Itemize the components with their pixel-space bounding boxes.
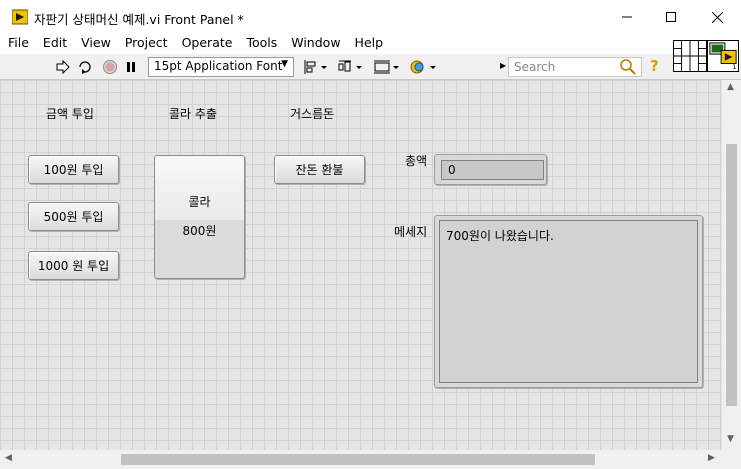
reorder-button[interactable] bbox=[410, 58, 438, 76]
close-button[interactable] bbox=[694, 0, 740, 34]
svg-text:1: 1 bbox=[732, 63, 736, 71]
run-continuously-icon bbox=[79, 61, 91, 74]
horizontal-scroll-thumb[interactable] bbox=[121, 454, 595, 465]
search-placeholder: Search bbox=[514, 60, 556, 74]
cola-dispense-label: 콜라 추출 bbox=[169, 107, 217, 121]
align-objects-icon bbox=[304, 60, 327, 74]
window-title: 자판기 상태머신 예제.vi Front Panel * bbox=[34, 12, 244, 27]
labview-app-icon bbox=[12, 9, 28, 25]
scroll-left-icon[interactable]: ◀ bbox=[5, 453, 12, 463]
coin-insert-label: 금액 투입 bbox=[46, 107, 94, 121]
run-arrow-icon bbox=[56, 60, 70, 74]
pause-button[interactable] bbox=[124, 58, 138, 76]
menu-tools[interactable]: Tools bbox=[238, 34, 283, 54]
total-label: 총액 bbox=[405, 154, 428, 168]
insert-100-label: 100원 투입 bbox=[43, 163, 104, 177]
maximize-button[interactable] bbox=[648, 0, 694, 34]
connector-pane-icon[interactable] bbox=[673, 40, 707, 72]
vi-icon[interactable]: 1 bbox=[707, 40, 739, 72]
menu-help[interactable]: Help bbox=[347, 34, 390, 54]
distribute-objects-icon bbox=[338, 60, 362, 72]
cola-button-bottom: 800원 bbox=[155, 220, 244, 278]
message-indicator: 700원이 나왔습니다. bbox=[434, 215, 703, 388]
message-value: 700원이 나왔습니다. bbox=[439, 220, 698, 383]
message-label: 메세지 bbox=[394, 225, 428, 239]
scroll-up-icon[interactable]: ▲ bbox=[727, 82, 734, 92]
resize-objects-button[interactable] bbox=[373, 58, 401, 76]
minimize-icon bbox=[622, 16, 632, 18]
run-button[interactable] bbox=[56, 58, 70, 76]
dropdown-arrow-icon: ▼ bbox=[281, 59, 288, 69]
total-indicator: 0 bbox=[434, 154, 547, 185]
stop-icon bbox=[103, 60, 117, 74]
search-expand-icon[interactable]: ▶ bbox=[500, 61, 506, 70]
resize-objects-icon bbox=[374, 60, 399, 74]
total-value: 0 bbox=[441, 160, 544, 180]
font-select-value: 15pt Application Font bbox=[154, 59, 283, 73]
refund-button[interactable]: 잔돈 환불 bbox=[274, 155, 365, 184]
insert-100-button[interactable]: 100원 투입 bbox=[28, 155, 119, 184]
menu-view[interactable]: View bbox=[73, 34, 117, 54]
align-objects-button[interactable] bbox=[303, 58, 329, 76]
maximize-icon bbox=[666, 12, 676, 22]
close-icon bbox=[711, 11, 723, 23]
insert-1000-label: 1000 원 투입 bbox=[37, 259, 110, 273]
reorder-icon bbox=[410, 60, 436, 74]
insert-500-label: 500원 투입 bbox=[43, 210, 104, 224]
distribute-objects-button[interactable] bbox=[338, 58, 364, 76]
refund-label: 잔돈 환불 bbox=[295, 163, 344, 177]
vertical-scrollbar[interactable]: ▲ ▼ bbox=[722, 80, 741, 450]
cola-price-label: 800원 bbox=[182, 224, 217, 238]
cola-button-top: 콜라 bbox=[155, 156, 244, 220]
menu-bar: File Edit View Project Operate Tools Win… bbox=[0, 34, 741, 54]
change-label: 거스름돈 bbox=[290, 107, 335, 121]
menu-operate[interactable]: Operate bbox=[174, 34, 239, 54]
insert-1000-button[interactable]: 1000 원 투입 bbox=[28, 251, 119, 280]
abort-button[interactable] bbox=[102, 58, 118, 76]
pause-icon bbox=[127, 62, 135, 72]
scroll-right-icon[interactable]: ▶ bbox=[708, 453, 715, 463]
horizontal-scrollbar[interactable]: ◀ ▶ bbox=[0, 450, 722, 469]
help-icon[interactable]: ? bbox=[650, 57, 659, 75]
minimize-button[interactable] bbox=[604, 0, 650, 34]
vertical-scroll-thumb[interactable] bbox=[726, 144, 737, 406]
menu-project[interactable]: Project bbox=[117, 34, 174, 54]
cola-name-label: 콜라 bbox=[188, 195, 211, 209]
menu-edit[interactable]: Edit bbox=[35, 34, 73, 54]
scroll-down-icon[interactable]: ▼ bbox=[727, 434, 734, 444]
scrollbar-corner bbox=[722, 450, 741, 469]
insert-500-button[interactable]: 500원 투입 bbox=[28, 202, 119, 231]
menu-file[interactable]: File bbox=[0, 34, 35, 54]
cola-button[interactable]: 콜라 800원 bbox=[154, 155, 245, 279]
title-bar: 자판기 상태머신 예제.vi Front Panel * bbox=[0, 0, 741, 34]
menu-window[interactable]: Window bbox=[283, 34, 346, 54]
font-select[interactable]: 15pt Application Font ▼ bbox=[148, 57, 294, 77]
run-continuously-button[interactable] bbox=[77, 58, 93, 76]
search-icon[interactable] bbox=[619, 58, 637, 76]
